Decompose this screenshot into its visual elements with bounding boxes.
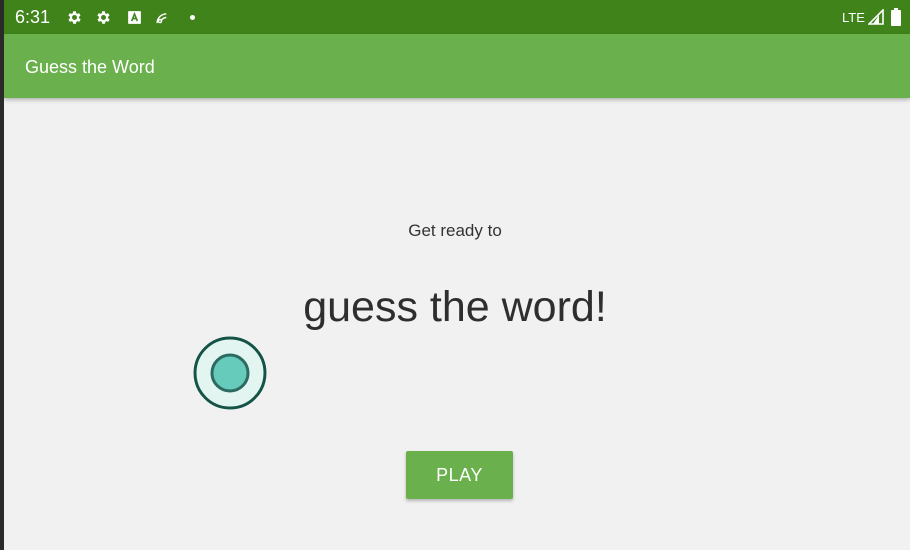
status-bar: 6:31 LTE	[4, 0, 910, 34]
settings-gear-icon	[68, 11, 81, 24]
cast-settings-icon	[156, 13, 167, 24]
headline-text: guess the word!	[303, 283, 607, 331]
touch-indicator-icon	[190, 333, 270, 413]
accessibility-a-icon	[128, 11, 141, 24]
app-bar: Guess the Word	[4, 34, 910, 98]
app-window: 6:31 LTE Guess the Word Get ready to gue…	[4, 0, 910, 550]
intro-text: Get ready to	[408, 221, 502, 240]
settings-gear-icon	[97, 11, 110, 24]
signal-icon	[868, 9, 884, 25]
battery-icon	[891, 8, 901, 26]
status-time: 6:31	[15, 7, 51, 27]
play-button[interactable]: PLAY	[406, 451, 513, 499]
app-title: Guess the Word	[25, 57, 155, 77]
network-type-label: LTE	[842, 10, 865, 25]
notification-dot-icon	[190, 15, 195, 20]
